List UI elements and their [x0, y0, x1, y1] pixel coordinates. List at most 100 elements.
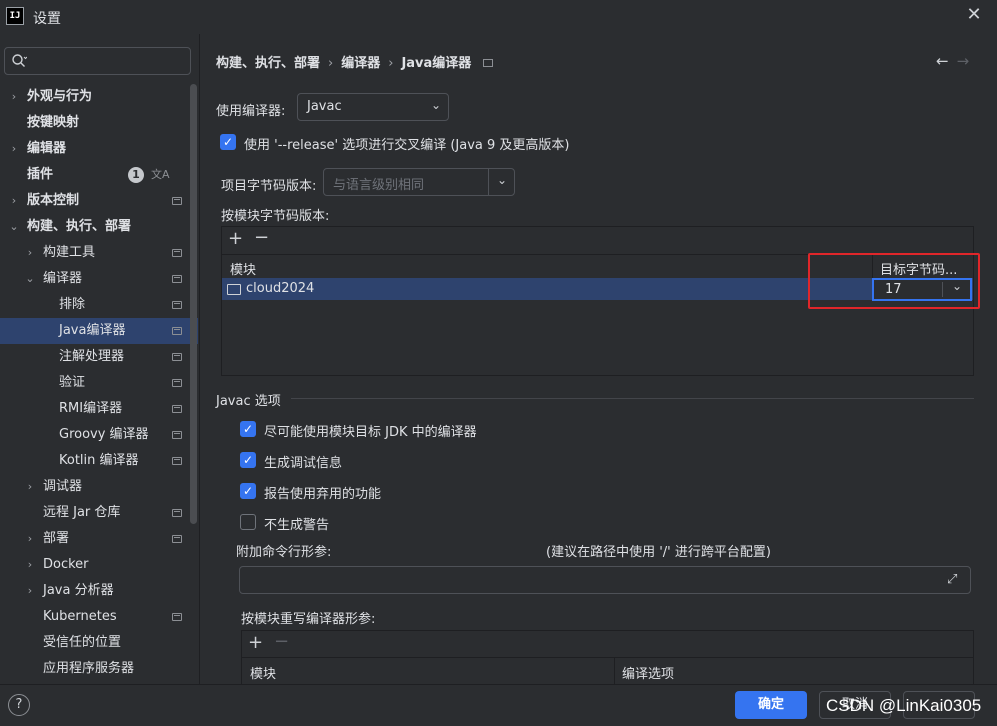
project-scope-icon [172, 353, 182, 361]
breadcrumb-part: Java编译器 [401, 56, 472, 71]
release-option-checkbox[interactable]: ✓ [220, 134, 236, 150]
sidebar-item-compiler[interactable]: ⌄ 编译器 [0, 266, 188, 292]
remove-icon: − [274, 631, 290, 652]
option-checkbox-no-warnings[interactable] [240, 514, 256, 530]
project-bytecode-label: 项目字节码版本: [221, 179, 317, 194]
extra-args-input[interactable]: ⤢ [239, 566, 971, 594]
project-scope-icon [483, 58, 494, 67]
expand-icon[interactable]: ⤢ [947, 572, 957, 587]
back-arrow-icon[interactable]: ← [936, 52, 957, 70]
chevron-down-icon: ⌄ [9, 220, 19, 233]
project-scope-icon [172, 509, 182, 517]
override-params-table: + − 模块 编译选项 [241, 630, 974, 684]
sidebar-item-trusted-locations[interactable]: 受信任的位置 [0, 630, 188, 656]
project-bytecode-select[interactable]: 与语言级别相同 ⌄ [323, 168, 515, 196]
chevron-right-icon: › [27, 558, 33, 571]
javac-section-title: Javac 选项 [216, 394, 281, 409]
project-scope-icon [172, 301, 182, 309]
remove-icon[interactable]: − [254, 227, 269, 248]
sidebar-item-validation[interactable]: 验证 [0, 370, 188, 396]
forward-arrow-icon[interactable]: → [957, 52, 978, 70]
chevron-right-icon: › [27, 480, 33, 493]
project-scope-icon [172, 327, 182, 335]
sidebar-item-keymap[interactable]: 按键映射 [0, 110, 188, 136]
option-checkbox-module-jdk[interactable]: ✓ [240, 421, 256, 437]
project-scope-icon [172, 535, 182, 543]
column-module: 模块 [250, 667, 277, 682]
sidebar-item-annotation-processors[interactable]: 注解处理器 [0, 344, 188, 370]
use-compiler-label: 使用编译器: [216, 104, 286, 119]
breadcrumb-part: 构建、执行、部署 [216, 56, 321, 71]
option-label: 不生成警告 [264, 518, 330, 533]
sidebar-item-kubernetes[interactable]: Kubernetes [0, 604, 188, 630]
add-icon[interactable]: + [248, 632, 263, 653]
sidebar-item-debugger[interactable]: › 调试器 [0, 474, 188, 500]
sidebar-item-vcs[interactable]: › 版本控制 [0, 188, 188, 214]
project-scope-icon [172, 249, 182, 257]
chevron-right-icon: › [27, 584, 33, 597]
sidebar-item-docker[interactable]: › Docker [0, 552, 188, 578]
breadcrumb-part: 编译器 [341, 56, 381, 71]
close-icon[interactable]: ✕ [964, 5, 984, 25]
sidebar-item-build[interactable]: ⌄ 构建、执行、部署 [0, 214, 188, 240]
module-name: cloud2024 [246, 281, 315, 296]
chevron-right-icon: › [27, 246, 33, 259]
sidebar-item-remote-jar[interactable]: 远程 Jar 仓库 [0, 500, 188, 526]
project-scope-icon [172, 613, 182, 621]
chevron-right-icon: › [11, 90, 17, 103]
project-scope-icon [172, 405, 182, 413]
column-module: 模块 [230, 263, 257, 278]
chevron-down-icon: ⌄ [25, 272, 35, 285]
sidebar-item-java-compiler[interactable]: Java编译器 [0, 318, 198, 344]
chevron-right-icon: › [11, 194, 17, 207]
intellij-logo-icon: IJ [6, 7, 24, 25]
sidebar-item-build-tools[interactable]: › 构建工具 [0, 240, 188, 266]
title-bar [0, 0, 997, 34]
sidebar-item-deployment[interactable]: › 部署 [0, 526, 188, 552]
per-module-bytecode-label: 按模块字节码版本: [221, 209, 330, 224]
highlight-annotation-box [808, 253, 980, 309]
project-scope-icon [172, 197, 182, 205]
option-label: 尽可能使用模块目标 JDK 中的编译器 [264, 425, 477, 440]
chevron-right-icon: › [27, 532, 33, 545]
search-icon [12, 54, 27, 67]
chevron-down-icon: ⌄ [430, 98, 441, 112]
compiler-select[interactable]: Javac ⌄ [297, 93, 449, 121]
panel-divider [199, 34, 200, 684]
sidebar-item-plugins[interactable]: 插件 1 文A [0, 162, 188, 188]
project-scope-icon [172, 457, 182, 465]
sidebar-item-app-servers[interactable]: 应用程序服务器 [0, 656, 188, 682]
sidebar-item-groovy-compiler[interactable]: Groovy 编译器 [0, 422, 188, 448]
settings-search-input[interactable] [4, 47, 191, 75]
option-checkbox-debug-info[interactable]: ✓ [240, 452, 256, 468]
sidebar-item-excludes[interactable]: 排除 [0, 292, 188, 318]
update-count-badge: 1 [128, 167, 144, 183]
project-scope-icon [172, 431, 182, 439]
module-folder-icon [227, 284, 241, 295]
extra-args-hint: (建议在路径中使用 '/' 进行跨平台配置) [546, 545, 771, 560]
column-compile-options: 编译选项 [622, 667, 675, 682]
override-params-label: 按模块重写编译器形参: [241, 612, 376, 627]
sidebar-item-java-profiler[interactable]: › Java 分析器 [0, 578, 188, 604]
window-title: 设置 [33, 11, 61, 27]
sidebar-scrollbar[interactable] [190, 84, 197, 524]
release-option-label: 使用 '--release' 选项进行交叉编译 (Java 9 及更高版本) [244, 138, 570, 153]
translate-icon: 文A [151, 168, 170, 181]
chevron-down-icon: ⌄ [496, 173, 507, 187]
watermark-text: CSDN @LinKai0305 [826, 696, 982, 715]
chevron-right-icon: › [11, 142, 17, 155]
sidebar-item-rmi-compiler[interactable]: RMI编译器 [0, 396, 188, 422]
section-separator [291, 398, 974, 399]
help-button[interactable]: ? [8, 694, 30, 716]
extra-args-label: 附加命令行形参: [236, 545, 332, 560]
sidebar-item-kotlin-compiler[interactable]: Kotlin 编译器 [0, 448, 188, 474]
option-label: 报告使用弃用的功能 [264, 487, 382, 502]
sidebar-item-appearance[interactable]: › 外观与行为 [0, 84, 188, 110]
ok-button[interactable]: 确定 [735, 691, 807, 719]
sidebar-item-editor[interactable]: › 编辑器 [0, 136, 188, 162]
breadcrumb: 构建、执行、部署 › 编译器 › Java编译器 [216, 52, 494, 71]
option-label: 生成调试信息 [264, 456, 343, 471]
add-icon[interactable]: + [228, 228, 243, 249]
project-scope-icon [172, 379, 182, 387]
option-checkbox-deprecation[interactable]: ✓ [240, 483, 256, 499]
